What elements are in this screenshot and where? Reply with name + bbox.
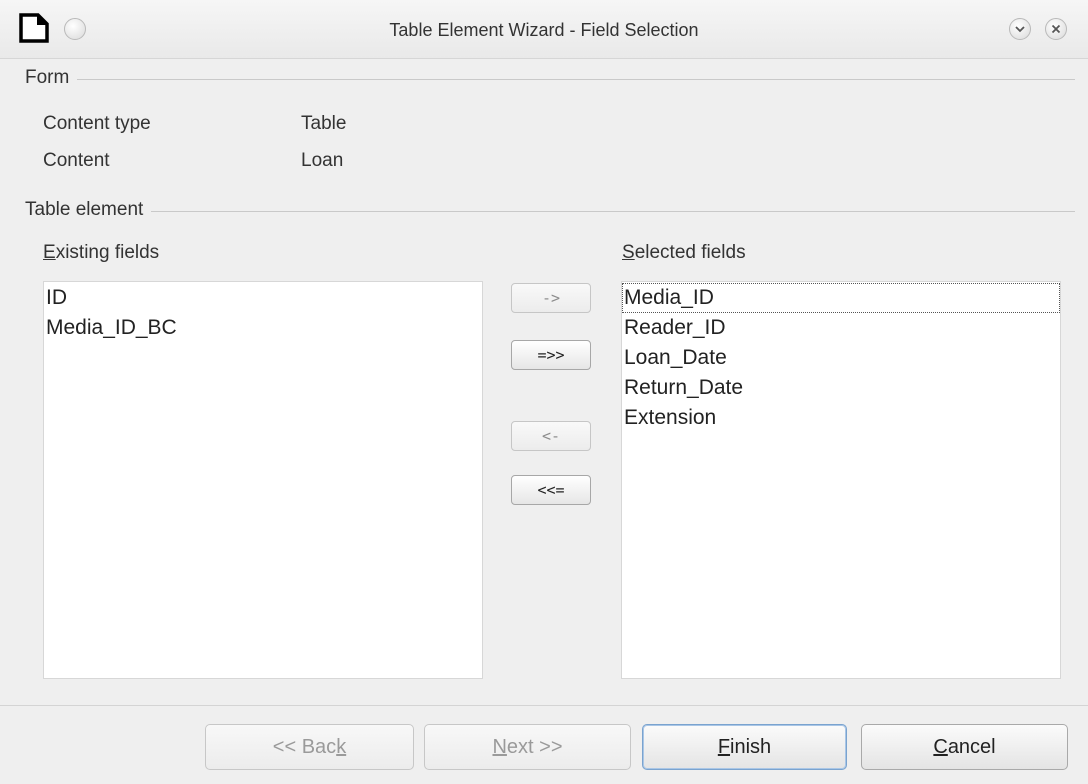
footer-divider: [0, 705, 1088, 706]
selected-fields-list[interactable]: Media_ID Reader_ID Loan_Date Return_Date Ext…: [621, 281, 1061, 679]
cancel-button[interactable]: Cancel: [861, 724, 1068, 770]
content-label: Content: [43, 150, 110, 171]
window-title: Table Element Wizard - Field Selection: [389, 20, 699, 40]
finish-button[interactable]: Finish: [642, 724, 847, 770]
list-item[interactable]: Extension: [622, 403, 1060, 433]
list-item[interactable]: Return_Date: [622, 373, 1060, 403]
remove-field-button[interactable]: <-: [511, 421, 591, 451]
minimize-icon[interactable]: [1009, 18, 1031, 40]
add-all-fields-button[interactable]: =>>: [511, 340, 591, 370]
existing-fields-list[interactable]: ID Media_ID_BC: [43, 281, 483, 679]
close-icon[interactable]: [1045, 18, 1067, 40]
selected-fields-label: Selected fields: [622, 242, 746, 263]
list-item[interactable]: ID: [44, 283, 482, 313]
remove-all-fields-button[interactable]: <<=: [511, 475, 591, 505]
content-value: Loan: [301, 150, 344, 171]
list-item[interactable]: Media_ID_BC: [44, 313, 482, 343]
next-button[interactable]: Next >>: [424, 724, 631, 770]
content-type-value: Table: [301, 113, 347, 134]
table-element-section-divider: [25, 211, 1075, 212]
title-bar: Table Element Wizard - Field Selection: [0, 0, 1088, 59]
list-item[interactable]: Reader_ID: [622, 313, 1060, 343]
list-item[interactable]: Loan_Date: [622, 343, 1060, 373]
back-button[interactable]: << Back: [205, 724, 414, 770]
form-section-divider: [25, 79, 1075, 80]
list-item[interactable]: Media_ID: [622, 283, 1060, 313]
form-section-label: Form: [25, 67, 78, 89]
content-type-label: Content type: [43, 113, 151, 134]
add-field-button[interactable]: ->: [511, 283, 591, 313]
table-element-section-label: Table element: [25, 199, 152, 221]
existing-fields-label: Existing fields: [43, 242, 160, 263]
